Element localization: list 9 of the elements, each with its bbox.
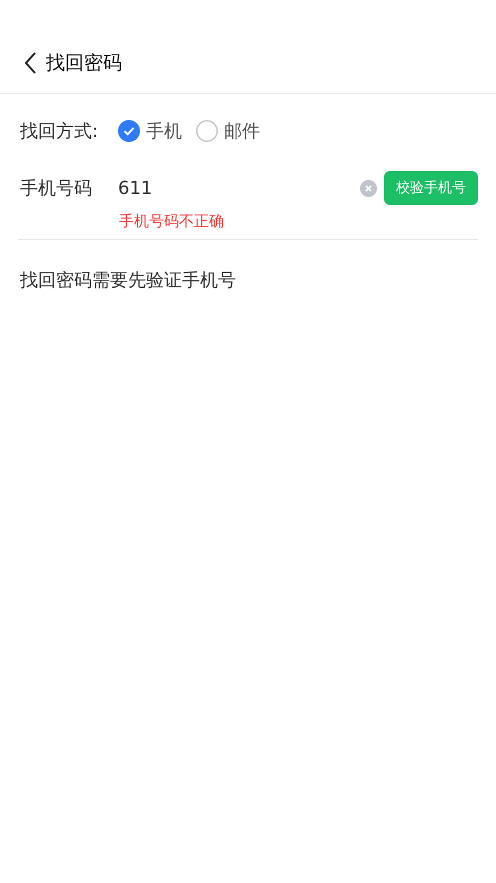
phone-input[interactable]: 611 xyxy=(118,178,360,198)
error-message: 手机号码不正确 xyxy=(119,212,224,230)
phone-label: 手机号码 xyxy=(20,177,93,200)
radio-option[interactable]: 手机 xyxy=(118,119,182,143)
page-title: 找回密码 xyxy=(46,51,122,76)
radio-option[interactable]: 邮件 xyxy=(196,119,260,143)
back-icon[interactable] xyxy=(23,51,37,75)
method-label: 找回方式: xyxy=(20,120,100,143)
hint-text: 找回密码需要先验证手机号 xyxy=(20,269,237,292)
